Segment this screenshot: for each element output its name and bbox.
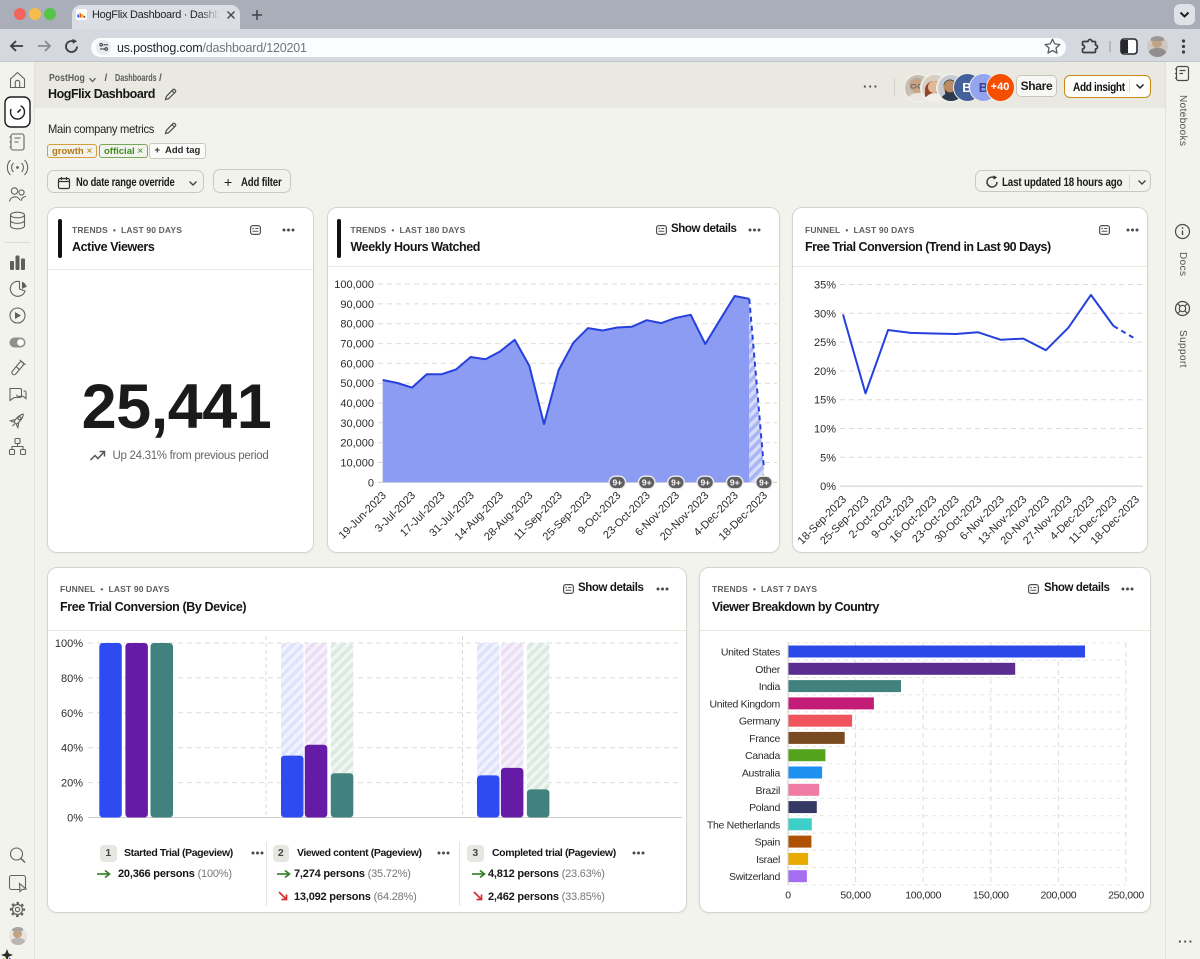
svg-text:0: 0 xyxy=(785,889,791,901)
svg-text:25%: 25% xyxy=(814,337,836,349)
svg-text:9+: 9+ xyxy=(642,477,652,487)
svg-text:Israel: Israel xyxy=(756,853,780,865)
svg-text:Germany: Germany xyxy=(739,715,781,727)
svg-text:0%: 0% xyxy=(820,481,836,493)
svg-text:9+: 9+ xyxy=(671,477,681,487)
svg-text:9+: 9+ xyxy=(730,477,740,487)
svg-text:20,000: 20,000 xyxy=(340,437,374,449)
svg-text:0: 0 xyxy=(368,477,374,489)
svg-text:The Netherlands: The Netherlands xyxy=(707,819,780,831)
svg-text:Australia: Australia xyxy=(742,767,781,779)
svg-text:200,000: 200,000 xyxy=(1040,889,1076,901)
svg-text:9+: 9+ xyxy=(612,477,622,487)
svg-text:10,000: 10,000 xyxy=(340,457,374,469)
svg-text:100,000: 100,000 xyxy=(334,279,374,291)
svg-text:50,000: 50,000 xyxy=(340,378,374,390)
svg-text:Switzerland: Switzerland xyxy=(729,871,780,883)
svg-text:100,000: 100,000 xyxy=(905,889,941,901)
svg-text:90,000: 90,000 xyxy=(340,298,374,310)
svg-text:Poland: Poland xyxy=(749,802,780,814)
svg-text:20%: 20% xyxy=(814,365,836,377)
svg-text:9+: 9+ xyxy=(700,477,710,487)
svg-text:5%: 5% xyxy=(820,452,836,464)
svg-text:United Kingdom: United Kingdom xyxy=(709,698,780,710)
svg-text:40%: 40% xyxy=(61,742,83,754)
svg-text:Other: Other xyxy=(755,663,781,675)
svg-text:United States: United States xyxy=(721,646,780,658)
svg-text:100%: 100% xyxy=(55,638,83,650)
svg-text:60,000: 60,000 xyxy=(340,358,374,370)
svg-text:10%: 10% xyxy=(814,423,836,435)
svg-text:Canada: Canada xyxy=(745,750,780,762)
svg-text:9+: 9+ xyxy=(759,477,769,487)
svg-text:150,000: 150,000 xyxy=(973,889,1009,901)
svg-text:Brazil: Brazil xyxy=(756,784,780,796)
svg-text:35%: 35% xyxy=(814,279,836,291)
svg-text:50,000: 50,000 xyxy=(840,889,871,901)
svg-text:15%: 15% xyxy=(814,394,836,406)
svg-text:80,000: 80,000 xyxy=(340,318,374,330)
svg-text:80%: 80% xyxy=(61,672,83,684)
svg-text:30%: 30% xyxy=(814,308,836,320)
svg-text:70,000: 70,000 xyxy=(340,338,374,350)
svg-text:India: India xyxy=(759,681,781,693)
svg-text:0%: 0% xyxy=(67,812,83,824)
svg-text:Spain: Spain xyxy=(755,836,781,848)
svg-text:60%: 60% xyxy=(61,707,83,719)
svg-text:40,000: 40,000 xyxy=(340,398,374,410)
svg-text:20%: 20% xyxy=(61,777,83,789)
svg-text:30,000: 30,000 xyxy=(340,417,374,429)
svg-text:250,000: 250,000 xyxy=(1108,889,1144,901)
svg-text:France: France xyxy=(749,732,780,744)
